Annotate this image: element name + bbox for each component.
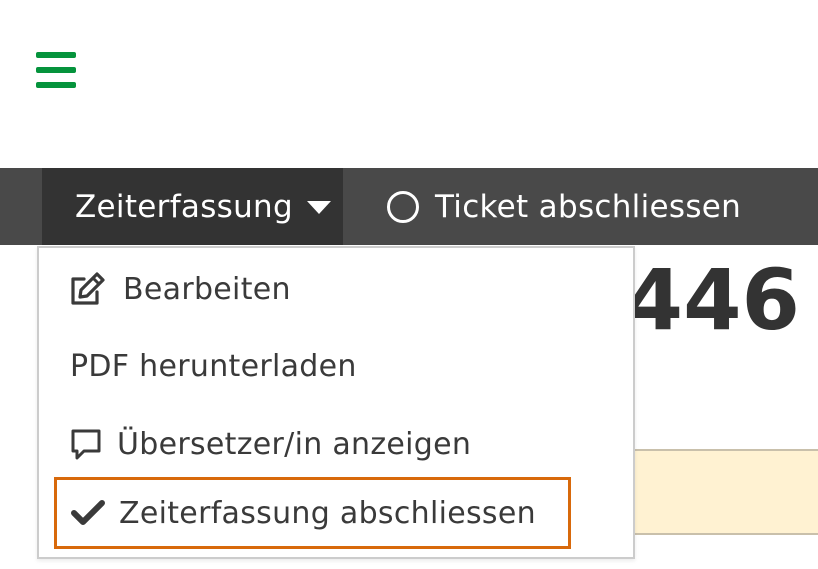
hamburger-bar	[36, 52, 76, 58]
close-ticket-label: Ticket abschliessen	[435, 188, 742, 225]
time-tracking-dropdown-button[interactable]: Zeiterfassung	[42, 168, 343, 245]
menu-item-download-pdf[interactable]: PDF herunterladen	[39, 336, 633, 396]
menu-item-label: PDF herunterladen	[70, 348, 357, 384]
circle-icon	[387, 190, 419, 223]
check-icon	[71, 500, 105, 525]
time-tracking-dropdown-menu: Bearbeiten PDF herunterladen Übersetzer/…	[37, 246, 635, 559]
menu-item-finish-time-tracking[interactable]: Zeiterfassung abschliessen	[54, 477, 571, 549]
action-toolbar: Zeiterfassung Ticket abschliessen	[0, 168, 818, 245]
menu-item-label: Übersetzer/in anzeigen	[117, 426, 472, 462]
hamburger-menu-icon[interactable]	[36, 52, 76, 88]
chat-bubble-icon	[71, 429, 101, 460]
menu-item-label: Zeiterfassung abschliessen	[119, 495, 536, 531]
edit-icon	[71, 272, 105, 305]
close-ticket-button[interactable]: Ticket abschliessen	[387, 168, 741, 245]
caret-down-icon	[306, 201, 331, 214]
page: Zeiterfassung Ticket abschliessen 446 Be…	[0, 0, 818, 569]
time-tracking-label: Zeiterfassung	[75, 188, 293, 225]
menu-item-show-translator[interactable]: Übersetzer/in anzeigen	[39, 414, 633, 474]
hamburger-bar	[36, 67, 76, 73]
hamburger-bar	[36, 82, 76, 88]
menu-item-edit[interactable]: Bearbeiten	[39, 259, 633, 319]
menu-item-label: Bearbeiten	[123, 271, 291, 307]
